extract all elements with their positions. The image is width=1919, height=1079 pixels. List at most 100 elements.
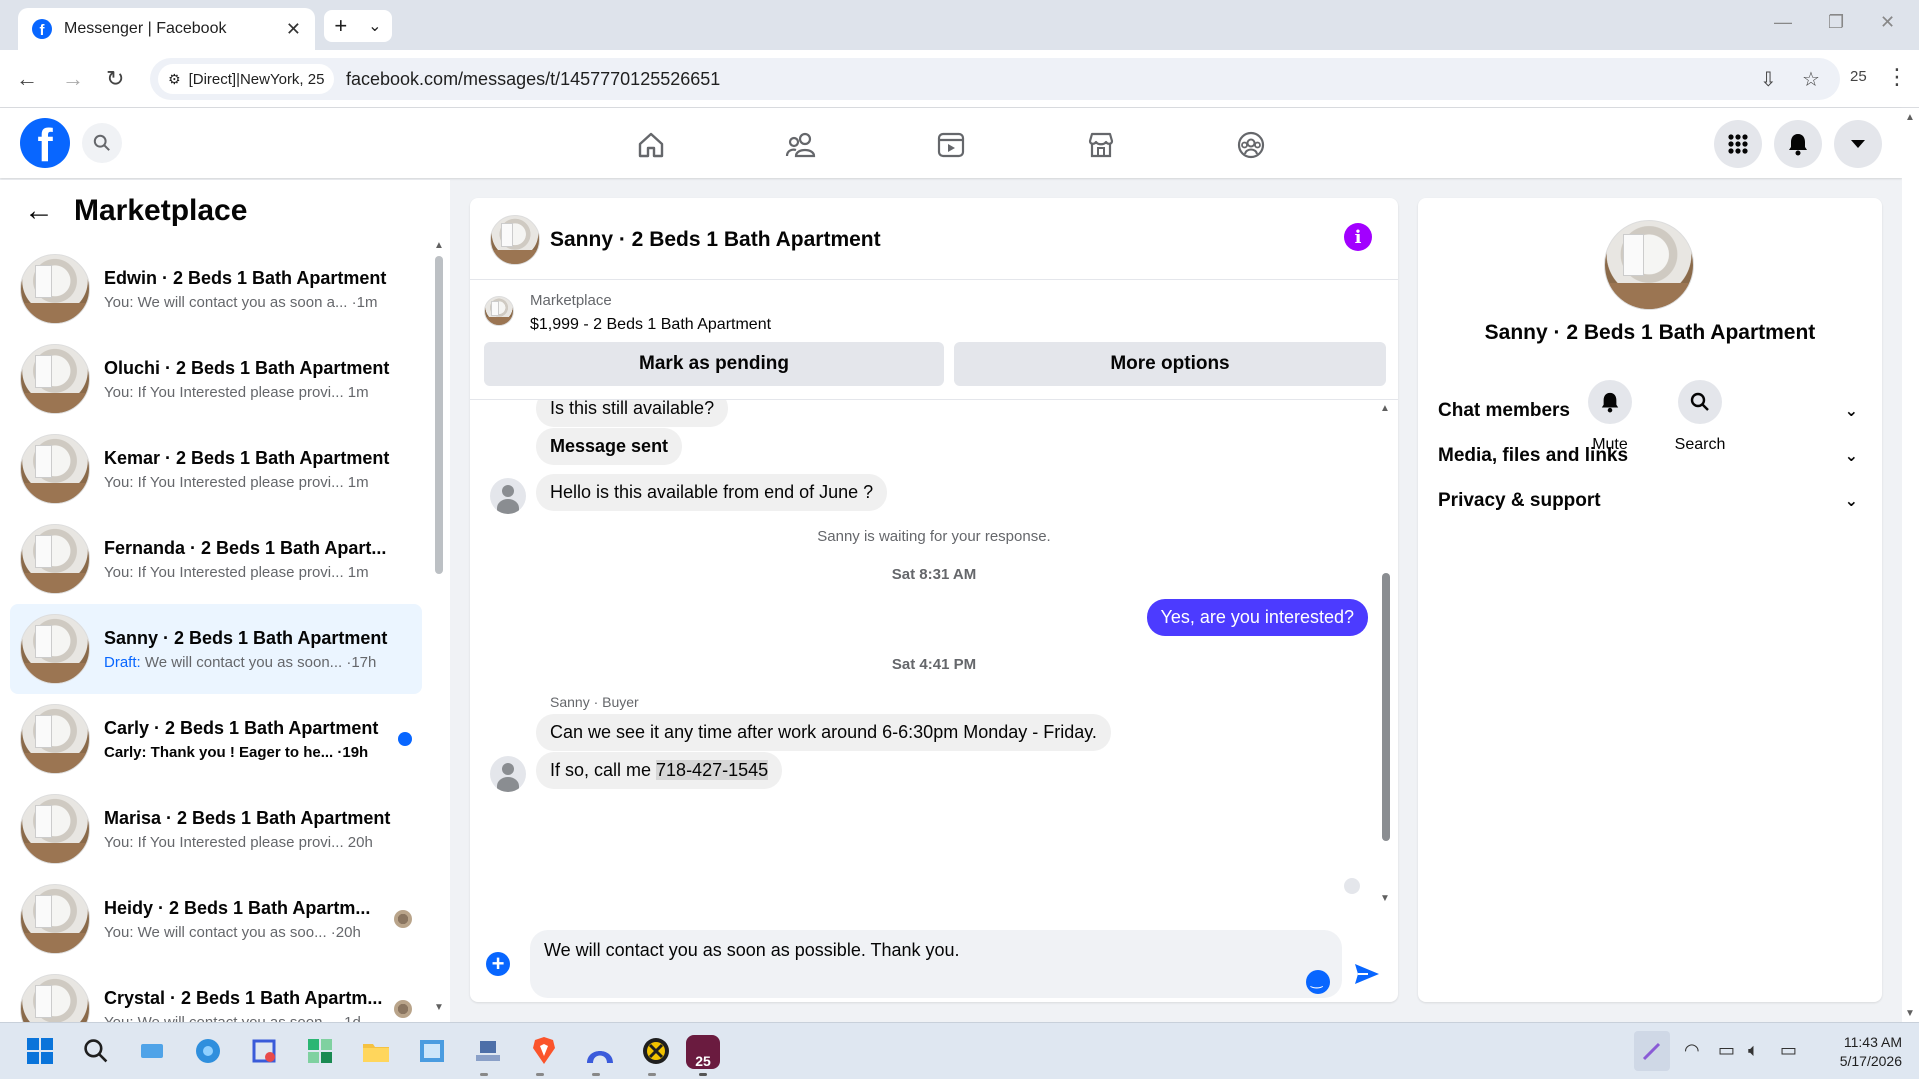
scroll-down-icon[interactable]: ▼ <box>434 1002 444 1013</box>
ix-browser-icon[interactable] <box>640 1035 672 1067</box>
brave-browser-icon[interactable] <box>528 1035 560 1067</box>
conversation-item-sanny[interactable]: Sanny · 2 Beds 1 Bath Apartment Draft: W… <box>10 604 422 694</box>
address-bar[interactable]: ⚙ [Direct]|NewYork, 25 facebook.com/mess… <box>150 58 1840 100</box>
listing-title[interactable]: $1,999 - 2 Beds 1 Bath Apartment <box>530 316 771 334</box>
media-files-links-section[interactable]: Media, files and links ⌄ <box>1438 445 1858 467</box>
more-actions-plus-icon[interactable]: + <box>486 952 510 976</box>
running-indicator <box>480 1073 488 1076</box>
mark-as-pending-button[interactable]: Mark as pending <box>484 342 944 386</box>
conversation-item-heidy[interactable]: Heidy · 2 Beds 1 Bath Apartm... You: We … <box>10 874 422 964</box>
forward-icon[interactable]: → <box>62 66 84 92</box>
network-tool-icon[interactable] <box>472 1035 504 1067</box>
scroll-up-icon[interactable]: ▲ <box>1380 403 1390 414</box>
minimize-icon[interactable]: — <box>1774 12 1792 33</box>
windows-start-icon[interactable] <box>24 1035 56 1067</box>
scroll-down-icon[interactable]: ▼ <box>1380 893 1390 904</box>
control-panel-icon[interactable] <box>416 1035 448 1067</box>
chevron-down-icon: ⌄ <box>1844 403 1858 420</box>
notifications-button[interactable] <box>1774 120 1822 168</box>
conversation-item-fernanda[interactable]: Fernanda · 2 Beds 1 Bath Apart... You: I… <box>10 514 422 604</box>
details-title: Sanny · 2 Beds 1 Bath Apartment <box>1484 321 1816 344</box>
page-scrollbar[interactable]: ▲ ▼ <box>1902 108 1919 1022</box>
menu-grid-button[interactable] <box>1714 120 1762 168</box>
url-text[interactable]: facebook.com/messages/t/1457770125526651 <box>346 69 720 90</box>
marketplace-icon[interactable] <box>1084 128 1118 162</box>
bookmark-star-icon[interactable]: ☆ <box>1802 67 1820 92</box>
conversation-item-kemar[interactable]: Kemar · 2 Beds 1 Bath Apartment You: If … <box>10 424 422 514</box>
tab-search-button[interactable]: ⌄ <box>368 16 381 36</box>
sidebar-header: ← Marketplace <box>24 194 247 228</box>
send-icon <box>1355 964 1379 984</box>
volume-icon[interactable]: 🔈︎ <box>1748 1040 1759 1061</box>
friends-icon[interactable] <box>784 128 818 162</box>
system-clock[interactable]: 11:43 AM 5/17/2026 <box>1826 1033 1902 1071</box>
scroll-down-icon[interactable]: ▼ <box>1905 1008 1915 1019</box>
scroll-up-icon[interactable]: ▲ <box>434 240 444 251</box>
video-icon[interactable] <box>934 128 968 162</box>
conversation-item-carly[interactable]: Carly · 2 Beds 1 Bath Apartment Carly: T… <box>10 694 422 784</box>
chat-avatar[interactable] <box>490 215 540 265</box>
conversation-item-oluchi[interactable]: Oluchi · 2 Beds 1 Bath Apartment You: If… <box>10 334 422 424</box>
chat-title[interactable]: Sanny · 2 Beds 1 Bath Apartment <box>550 228 881 252</box>
snipping-tool-icon[interactable] <box>248 1035 280 1067</box>
reload-icon[interactable]: ↻ <box>106 66 124 92</box>
message-bubble: Is this still available? <box>536 400 729 427</box>
message-input[interactable]: We will contact you as soon as possible.… <box>530 930 1342 998</box>
phone-number-link[interactable]: 718-427-1545 <box>656 760 769 780</box>
network-app-icon[interactable] <box>192 1035 224 1067</box>
back-icon[interactable]: ← <box>16 66 38 92</box>
send-button[interactable] <box>1354 962 1380 991</box>
install-app-icon[interactable]: ⇩ <box>1760 67 1777 92</box>
account-menu-button[interactable] <box>1834 120 1882 168</box>
back-arrow-icon[interactable]: ← <box>24 194 54 228</box>
conversation-item-crystal[interactable]: Crystal · 2 Beds 1 Bath Apartm... You: W… <box>10 964 422 1022</box>
conversation-info-icon[interactable]: i <box>1344 223 1372 251</box>
site-info-chip[interactable]: ⚙ [Direct]|NewYork, 25 <box>158 64 335 94</box>
arc-app-icon[interactable] <box>584 1035 616 1067</box>
task-view-icon[interactable] <box>136 1035 168 1067</box>
home-icon[interactable] <box>634 128 668 162</box>
facebook-favicon-icon: f <box>32 19 52 39</box>
scrollbar-thumb[interactable] <box>1382 573 1390 841</box>
vpn-tray-icon[interactable]: ◠ <box>1684 1040 1700 1061</box>
emoji-icon[interactable] <box>1306 970 1330 994</box>
browser-tab[interactable]: f Messenger | Facebook ✕ <box>18 8 315 50</box>
restore-icon[interactable]: ❐ <box>1828 12 1844 33</box>
pen-tray-icon[interactable] <box>1634 1031 1670 1071</box>
running-indicator <box>648 1073 656 1076</box>
facebook-logo-icon[interactable]: f <box>20 118 70 168</box>
file-explorer-icon[interactable] <box>360 1035 392 1067</box>
groups-icon[interactable] <box>1234 128 1268 162</box>
conversation-name: Kemar · 2 Beds 1 Bath Apartment <box>104 447 390 468</box>
scroll-up-icon[interactable]: ▲ <box>1905 112 1915 123</box>
listing-thumbnail[interactable] <box>484 296 514 326</box>
chat-members-section[interactable]: Chat members ⌄ <box>1438 400 1858 422</box>
privacy-support-section[interactable]: Privacy & support ⌄ <box>1438 490 1858 512</box>
conversation-snippet: You: We will contact you as soo... ·20h <box>104 923 361 941</box>
profile-button[interactable]: 25 <box>1850 68 1867 85</box>
green-app-icon[interactable] <box>304 1035 336 1067</box>
site-settings-icon: ⚙ <box>168 70 181 87</box>
battery-icon[interactable]: ▭ <box>1780 1040 1797 1061</box>
conversation-item-edwin[interactable]: Edwin · 2 Beds 1 Bath Apartment You: We … <box>10 244 422 334</box>
tab-close-icon[interactable]: ✕ <box>286 19 301 40</box>
conversation-snippet: You: If You Interested please provi... 2… <box>104 833 373 851</box>
conversation-item-marisa[interactable]: Marisa · 2 Beds 1 Bath Apartment You: If… <box>10 784 422 874</box>
sidebar-scrollbar[interactable]: ▲ ▼ <box>434 240 444 1016</box>
close-window-icon[interactable]: ✕ <box>1880 12 1895 33</box>
chevron-down-icon <box>1851 140 1865 148</box>
scrollbar-thumb[interactable] <box>435 256 443 574</box>
new-tab-button[interactable]: + <box>334 13 347 39</box>
message-bubble: Message sent <box>536 428 683 465</box>
more-options-button[interactable]: More options <box>954 342 1386 386</box>
network-icon[interactable]: ▭ <box>1718 1040 1735 1061</box>
browser-menu-icon[interactable]: ⋮ <box>1886 64 1908 90</box>
profile-25-app-icon[interactable]: 25 <box>686 1035 720 1069</box>
chat-scrollbar[interactable]: ▲ ▼ <box>1380 403 1392 904</box>
conversation-snippet: You: We will contact you as soon... ·1d <box>104 1013 361 1023</box>
taskbar-search-icon[interactable] <box>80 1035 112 1067</box>
browser-toolbar: ← → ↻ ⚙ [Direct]|NewYork, 25 facebook.co… <box>0 50 1919 108</box>
conversation-snippet: Carly: Thank you ! Eager to he... ·19h <box>104 743 369 761</box>
listing-thumbnail <box>20 884 90 954</box>
facebook-search-button[interactable] <box>82 123 122 163</box>
